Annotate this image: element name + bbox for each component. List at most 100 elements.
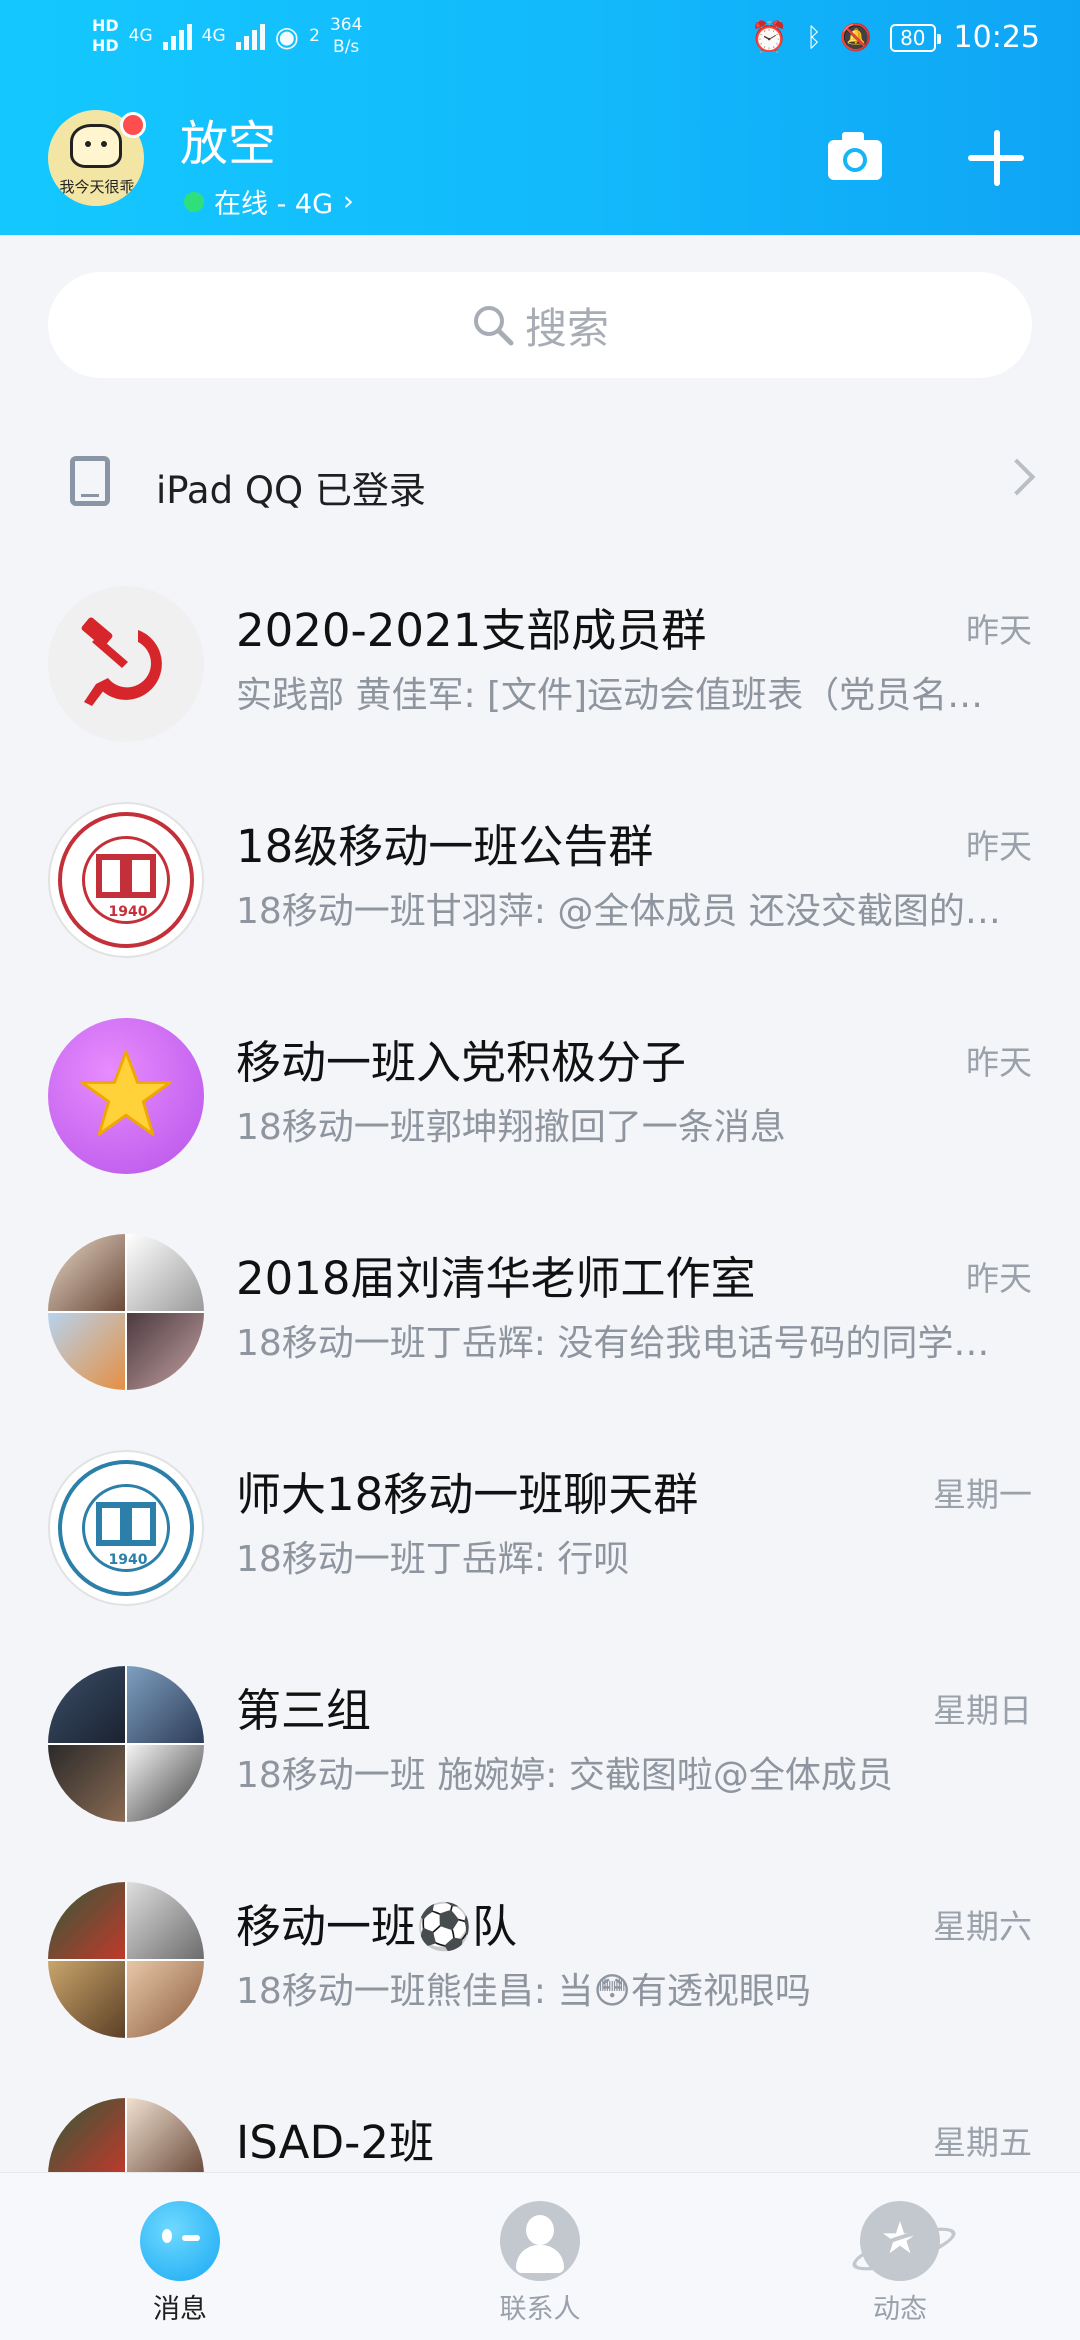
chat-avatar: 1940 — [48, 802, 204, 958]
chat-name: 18级移动一班公告群 — [236, 820, 654, 873]
wifi-icon: ◉ — [274, 19, 300, 53]
net-speed: 364 B/s — [329, 15, 363, 57]
member-avatar — [127, 1961, 204, 2038]
signal-icon — [162, 22, 192, 50]
chat-item[interactable]: 移动一班⚽队 星期六 18移动一班熊佳昌: 当😳有透视眼吗 — [0, 1866, 1080, 2082]
signal-icon — [235, 22, 265, 50]
status-bar: HD HD 4G 4G ◉ 2 364 B/s ⏰ ᛒ 🔕 80 10:25 — [0, 0, 1080, 80]
tab-label: 消息 — [153, 2294, 207, 2325]
tablet-icon — [70, 456, 110, 506]
chat-preview: 18移动一班丁岳辉: 没有给我电话号码的同学请私聊 — [236, 1323, 1014, 1364]
chat-avatar — [48, 586, 204, 742]
device-login-notice[interactable]: iPad QQ 已登录 — [0, 430, 1080, 534]
chat-name: 2018届刘清华老师工作室 — [236, 1252, 756, 1305]
chat-preview: 18移动一班甘羽萍: @全体成员 还没交截图的同学 — [236, 891, 1014, 932]
network-type-2: 4G — [201, 26, 226, 46]
member-avatar — [127, 2098, 204, 2175]
tab-moments[interactable]: 动态 — [800, 2201, 1000, 2326]
member-avatar — [48, 2098, 125, 2175]
chat-item[interactable]: 移动一班入党积极分子 昨天 18移动一班郭坤翔撤回了一条消息 — [0, 1002, 1080, 1218]
clock: 10:25 — [953, 20, 1040, 55]
camera-icon[interactable] — [826, 128, 884, 182]
chat-name: 第三组 — [236, 1684, 372, 1737]
hd-badges: HD HD — [92, 16, 119, 55]
chat-time: 星期六 — [933, 1907, 1032, 1946]
status-bar-left: HD HD 4G 4G ◉ 2 364 B/s — [92, 14, 362, 58]
notification-dot — [120, 112, 146, 138]
moments-icon — [860, 2201, 940, 2281]
tab-label: 动态 — [873, 2294, 927, 2325]
chat-time: 星期五 — [933, 2123, 1032, 2162]
chat-time: 星期日 — [933, 1691, 1032, 1730]
wifi-badge: 2 — [309, 26, 320, 46]
member-avatar — [48, 1745, 125, 1822]
chat-avatar — [48, 1234, 204, 1390]
tab-messages[interactable]: 消息 — [80, 2201, 280, 2326]
seal-year: 1940 — [108, 904, 148, 920]
member-avatar — [127, 1745, 204, 1822]
chat-avatar: 1940 — [48, 1450, 204, 1606]
chat-preview: 18移动一班郭坤翔撤回了一条消息 — [236, 1107, 786, 1148]
chat-time: 昨天 — [966, 827, 1032, 866]
online-status-label: 在线 - 4G — [214, 189, 334, 220]
member-avatar — [127, 1882, 204, 1959]
avatar-caption: 我今天很乖 — [59, 178, 135, 196]
battery-icon: 80 — [890, 23, 942, 52]
status-bar-right: ⏰ ᛒ 🔕 80 10:25 — [751, 20, 1040, 55]
bluetooth-icon: ᛒ — [806, 22, 822, 53]
device-login-label: iPad QQ 已登录 — [156, 469, 426, 512]
chat-preview: 18移动一班丁岳辉: 行呗 — [236, 1539, 630, 1580]
member-avatar — [48, 1961, 125, 2038]
chat-avatar — [48, 1882, 204, 2038]
chat-item[interactable]: 第三组 星期日 18移动一班 施婉婷: 交截图啦@全体成员 — [0, 1650, 1080, 1866]
star-icon — [80, 1050, 172, 1136]
chat-name: 移动一班⚽队 — [236, 1900, 518, 1953]
plus-icon[interactable] — [968, 130, 1024, 186]
member-avatar — [48, 1666, 125, 1743]
seal-emblem — [96, 854, 156, 898]
nickname[interactable]: 放空 — [180, 116, 276, 172]
chat-time: 昨天 — [966, 1043, 1032, 1082]
member-avatar — [127, 1666, 204, 1743]
chat-name: 移动一班入党积极分子 — [236, 1036, 687, 1089]
chat-name: ISAD-2班 — [236, 2116, 434, 2169]
chat-avatar — [48, 1666, 204, 1822]
network-type-1: 4G — [128, 26, 153, 46]
contacts-icon — [500, 2201, 580, 2281]
chat-preview: 18移动一班熊佳昌: 当😳有透视眼吗 — [236, 1971, 811, 2012]
chat-avatar — [48, 1018, 204, 1174]
header-bar: HD HD 4G 4G ◉ 2 364 B/s ⏰ ᛒ 🔕 80 10:25 我… — [0, 0, 1080, 235]
search-bar[interactable]: 搜索 — [48, 272, 1032, 378]
member-avatar — [48, 1882, 125, 1959]
chat-name: 2020-2021支部成员群 — [236, 604, 707, 657]
seal-year: 1940 — [108, 1552, 148, 1568]
chat-time: 昨天 — [966, 611, 1032, 650]
mute-icon: 🔕 — [839, 22, 873, 53]
chat-preview: 实践部 黄佳军: [文件]运动会值班表（党员名单）.xlsx — [236, 675, 1014, 716]
chat-time: 星期一 — [933, 1475, 1032, 1514]
avatar-drawing — [70, 124, 122, 168]
tab-label: 联系人 — [499, 2294, 581, 2325]
chat-item[interactable]: 1940 18级移动一班公告群 昨天 18移动一班甘羽萍: @全体成员 还没交截… — [0, 786, 1080, 1002]
chat-item[interactable]: 2020-2021支部成员群 昨天 实践部 黄佳军: [文件]运动会值班表（党员… — [0, 570, 1080, 786]
member-avatar — [48, 1234, 125, 1311]
member-avatar — [127, 1313, 204, 1390]
member-avatar — [127, 1234, 204, 1311]
online-status[interactable]: 在线 - 4G › — [184, 182, 354, 221]
chat-item[interactable]: 2018届刘清华老师工作室 昨天 18移动一班丁岳辉: 没有给我电话号码的同学请… — [0, 1218, 1080, 1434]
chat-time: 昨天 — [966, 1259, 1032, 1298]
alarm-icon: ⏰ — [750, 20, 789, 55]
chevron-right-icon — [998, 458, 1036, 496]
online-dot-icon — [184, 191, 204, 212]
search-placeholder: 搜索 — [524, 303, 609, 353]
search-icon — [473, 306, 514, 346]
chat-item[interactable]: 1940 师大18移动一班聊天群 星期一 18移动一班丁岳辉: 行呗 — [0, 1434, 1080, 1650]
member-avatar — [48, 1313, 125, 1390]
chat-preview: 18移动一班 施婉婷: 交截图啦@全体成员 — [236, 1755, 893, 1796]
seal-emblem — [96, 1502, 156, 1546]
tab-contacts[interactable]: 联系人 — [440, 2201, 640, 2326]
chat-name: 师大18移动一班聊天群 — [236, 1468, 699, 1521]
messages-icon — [140, 2201, 220, 2281]
hammer-sickle-icon — [81, 617, 162, 706]
bottom-tab-bar: 消息 联系人 动态 — [0, 2172, 1080, 2340]
